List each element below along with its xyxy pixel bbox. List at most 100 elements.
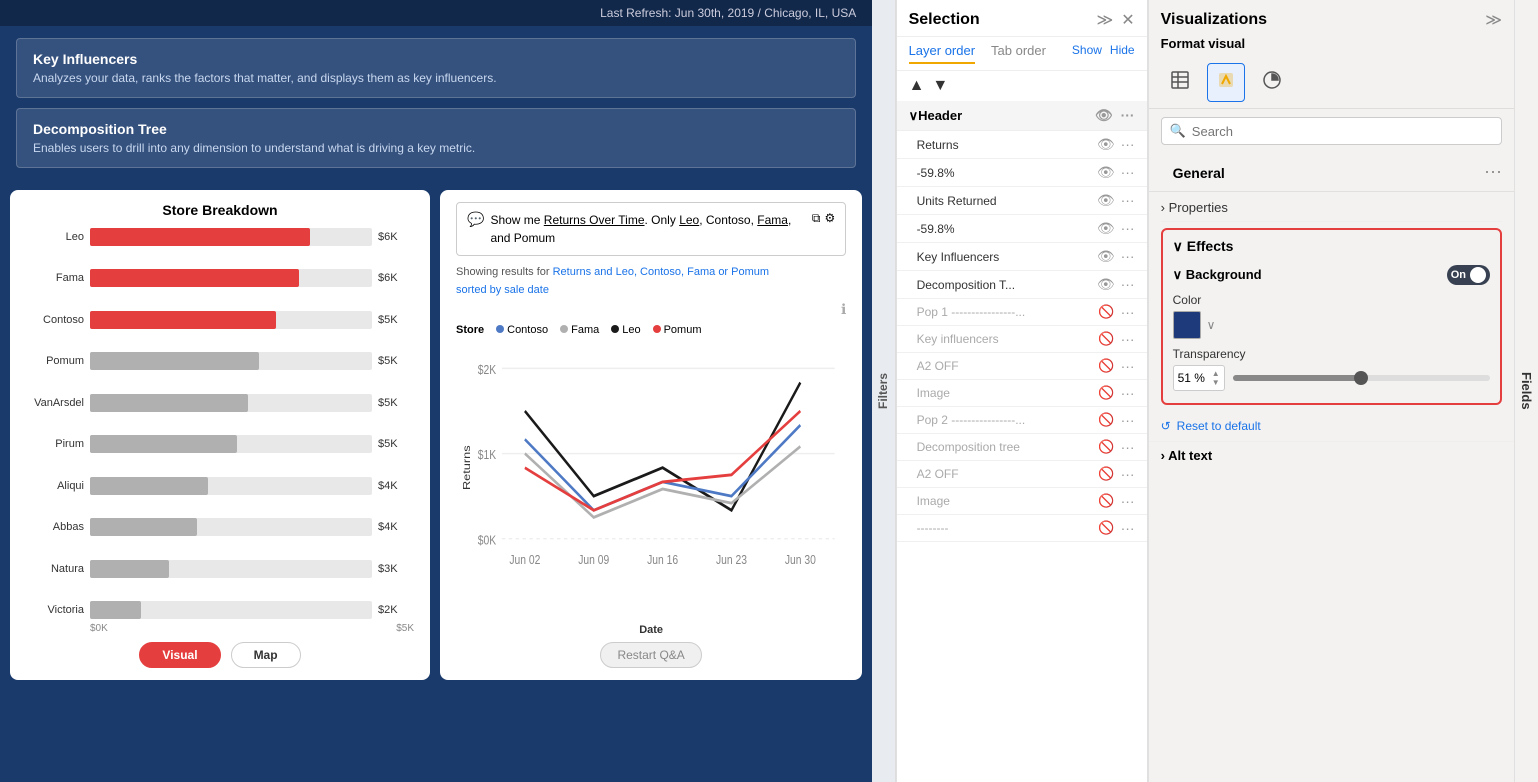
spinner-icons[interactable]: ▲ ▼: [1212, 369, 1220, 387]
eye-slash-icon[interactable]: 🚫: [1098, 412, 1114, 428]
eye-slash-icon[interactable]: 🚫: [1098, 385, 1114, 401]
table-icon-btn[interactable]: [1161, 63, 1199, 102]
eye-slash-icon[interactable]: 🚫: [1098, 520, 1114, 536]
eye-icon[interactable]: 👁: [1097, 136, 1115, 153]
list-item[interactable]: Pop 1 ----------------... 🚫 ···: [897, 299, 1147, 326]
layer-order-tab[interactable]: Layer order: [909, 43, 975, 64]
qa-contoso: Contoso,: [706, 213, 757, 227]
expand-icon[interactable]: ≫: [1485, 10, 1502, 30]
selection-tabs: Layer order Tab order Show Hide: [897, 37, 1147, 71]
eye-slash-icon[interactable]: 🚫: [1098, 358, 1114, 374]
more-icon[interactable]: ···: [1121, 164, 1135, 181]
more-icon[interactable]: ···: [1121, 220, 1135, 237]
eye-slash-icon[interactable]: 🚫: [1098, 439, 1114, 455]
list-item[interactable]: Decomposition T... 👁 ···: [897, 271, 1147, 299]
search-box[interactable]: 🔍: [1161, 117, 1502, 145]
slider-thumb[interactable]: [1354, 371, 1368, 385]
list-item[interactable]: Image 🚫 ···: [897, 380, 1147, 407]
hide-btn[interactable]: Hide: [1110, 43, 1135, 64]
list-item[interactable]: Pop 2 ----------------... 🚫 ···: [897, 407, 1147, 434]
list-item[interactable]: A2 OFF 🚫 ···: [897, 461, 1147, 488]
move-up-btn[interactable]: ▲: [909, 77, 925, 95]
tab-order-tab[interactable]: Tab order: [991, 43, 1046, 64]
list-item[interactable]: Units Returned 👁 ···: [897, 187, 1147, 215]
sorted-label[interactable]: sorted by sale date: [456, 284, 549, 296]
general-more-icon[interactable]: ···: [1484, 161, 1502, 182]
more-icon[interactable]: ···: [1121, 358, 1135, 374]
properties-row[interactable]: › Properties: [1161, 194, 1502, 222]
move-down-btn[interactable]: ▼: [932, 77, 948, 95]
expand-icon[interactable]: ≫: [1096, 10, 1113, 30]
list-item[interactable]: Decomposition tree 🚫 ···: [897, 434, 1147, 461]
list-item[interactable]: Returns 👁 ···: [897, 131, 1147, 159]
format-icon-btn[interactable]: [1207, 63, 1245, 102]
list-item[interactable]: Key influencers 🚫 ···: [897, 326, 1147, 353]
eye-slash-icon[interactable]: 🚫: [1098, 331, 1114, 347]
alt-text-row[interactable]: › Alt text: [1149, 441, 1514, 469]
qa-settings-icon[interactable]: ⚙: [825, 211, 836, 226]
transparency-slider[interactable]: [1233, 375, 1490, 381]
list-item[interactable]: -59.8% 👁 ···: [897, 215, 1147, 243]
color-dropdown-icon[interactable]: ∨: [1207, 318, 1216, 332]
spinner-up-icon[interactable]: ▲: [1212, 369, 1220, 378]
more-icon[interactable]: ···: [1121, 248, 1135, 265]
show-btn[interactable]: Show: [1072, 43, 1102, 64]
eye-slash-icon[interactable]: 🚫: [1098, 466, 1114, 482]
map-tab-btn[interactable]: Map: [231, 642, 301, 668]
bar-track: [90, 518, 372, 536]
eye-slash-icon[interactable]: 🚫: [1098, 304, 1114, 320]
more-icon[interactable]: ···: [1121, 385, 1135, 401]
bar-label: Abbas: [26, 521, 84, 533]
list-item[interactable]: Image 🚫 ···: [897, 488, 1147, 515]
color-swatch[interactable]: [1173, 311, 1201, 339]
list-item[interactable]: Key Influencers 👁 ···: [897, 243, 1147, 271]
layer-group-header[interactable]: ∨ Header 👁 ···: [897, 101, 1147, 131]
more-icon[interactable]: ···: [1121, 304, 1135, 320]
selection-title: Selection: [909, 11, 980, 29]
restart-qa-btn[interactable]: Restart Q&A: [600, 642, 701, 668]
list-item[interactable]: -------- 🚫 ···: [897, 515, 1147, 542]
analytics-icon-btn[interactable]: [1253, 63, 1291, 102]
more-icon[interactable]: ···: [1121, 276, 1135, 293]
more-icon[interactable]: ···: [1121, 192, 1135, 209]
background-toggle[interactable]: On: [1447, 265, 1490, 285]
bar-label: Victoria: [26, 604, 84, 616]
visual-tab-btn[interactable]: Visual: [139, 642, 220, 668]
eye-icon[interactable]: 👁: [1097, 220, 1115, 237]
eye-icon[interactable]: 👁: [1097, 192, 1115, 209]
key-influencers-card[interactable]: Key Influencers Analyzes your data, rank…: [16, 38, 856, 98]
bar-fill: [90, 601, 141, 619]
more-icon[interactable]: ···: [1121, 331, 1135, 347]
selection-header-icons: ≫ ✕: [1096, 10, 1134, 30]
more-icon[interactable]: ···: [1121, 107, 1135, 124]
transparency-input[interactable]: 51 % ▲ ▼: [1173, 365, 1225, 391]
more-icon[interactable]: ···: [1121, 412, 1135, 428]
more-icon[interactable]: ···: [1121, 136, 1135, 153]
chevron-down-icon: ∨: [909, 108, 919, 124]
spinner-down-icon[interactable]: ▼: [1212, 378, 1220, 387]
more-icon[interactable]: ···: [1121, 520, 1135, 536]
toggle-label: On: [1451, 269, 1466, 281]
eye-icon[interactable]: 👁: [1097, 164, 1115, 181]
eye-icon[interactable]: 👁: [1097, 276, 1115, 293]
showing-link[interactable]: Returns and Leo, Contoso, Fama or Pomum: [553, 266, 769, 278]
eye-slash-icon[interactable]: 🚫: [1098, 493, 1114, 509]
filters-sidebar[interactable]: Filters: [872, 0, 895, 782]
search-input[interactable]: [1192, 124, 1493, 139]
more-icon[interactable]: ···: [1121, 493, 1135, 509]
list-item[interactable]: A2 OFF 🚫 ···: [897, 353, 1147, 380]
list-item[interactable]: -59.8% 👁 ···: [897, 159, 1147, 187]
key-influencers-title: Key Influencers: [33, 51, 839, 67]
visualizations-panel: Visualizations ≫ Format visual: [1148, 0, 1514, 782]
close-icon[interactable]: ✕: [1121, 10, 1134, 30]
reset-row[interactable]: ↺ Reset to default: [1149, 411, 1514, 441]
qa-copy-icon[interactable]: ⧉: [812, 211, 821, 226]
more-icon[interactable]: ···: [1121, 439, 1135, 455]
fields-tab[interactable]: Fields: [1514, 0, 1538, 782]
decomposition-tree-card[interactable]: Decomposition Tree Enables users to dril…: [16, 108, 856, 168]
eye-icon[interactable]: 👁: [1095, 107, 1113, 124]
svg-text:$1K: $1K: [478, 448, 497, 462]
eye-icon[interactable]: 👁: [1097, 248, 1115, 265]
color-picker[interactable]: ∨: [1173, 311, 1490, 339]
more-icon[interactable]: ···: [1121, 466, 1135, 482]
